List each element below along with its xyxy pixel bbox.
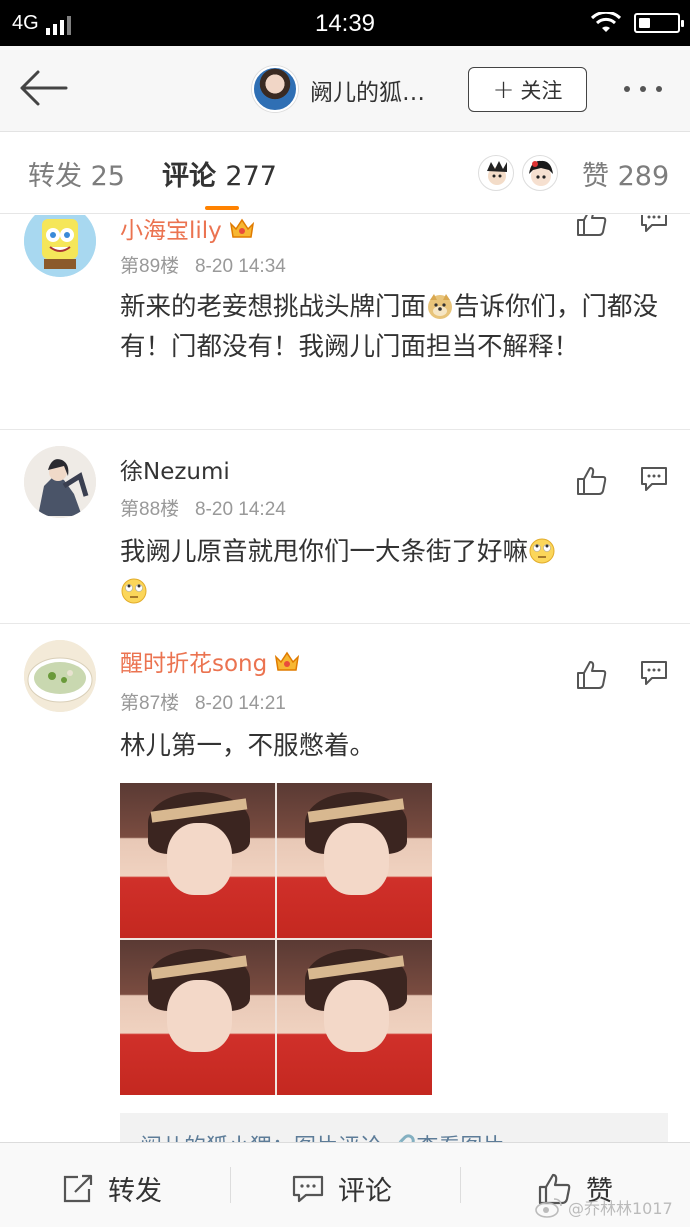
liker-avatar[interactable] (522, 155, 558, 191)
photo-cell (120, 940, 275, 1095)
reply-icon[interactable] (640, 660, 668, 686)
active-tab-indicator (205, 206, 239, 210)
author-name[interactable]: 阙儿的狐… (310, 73, 425, 107)
tab-repost-count: 25 (90, 161, 125, 192)
divider (230, 1167, 231, 1203)
more-options-icon[interactable] (624, 86, 662, 92)
tab-repost-label: 转发 (28, 161, 82, 192)
user-avatar[interactable] (24, 446, 96, 518)
quoted-reply[interactable]: 阙儿的狐小狸：图片评论 🔗查看图片 (120, 1113, 668, 1142)
user-name-text: 徐Nezumi (120, 459, 230, 485)
floor-number: 第87楼 (120, 693, 180, 714)
comment-time: 8-20 14:34 (194, 256, 286, 277)
reply-icon[interactable] (640, 466, 668, 492)
like-icon[interactable] (576, 466, 608, 496)
like-icon[interactable] (576, 660, 608, 690)
user-avatar[interactable] (24, 640, 96, 712)
user-avatar[interactable] (24, 215, 96, 277)
back-arrow-icon[interactable] (18, 68, 68, 108)
interaction-tabs: 转发 25 评论 277 赞 289 (0, 132, 690, 214)
plus-icon: + (492, 74, 515, 105)
comment-text-part: 我阙儿原音就甩你们一大条街了好嘛 (120, 537, 529, 567)
doge-emoji-icon (428, 294, 453, 319)
comment-meta: 第87楼 8-20 14:21 (120, 688, 286, 715)
weibo-logo-icon (535, 1198, 562, 1218)
comment-time: 8-20 14:24 (194, 499, 286, 520)
bottom-action-bar: 转发 评论 赞 @乔林林1017 (0, 1142, 690, 1227)
reply-icon[interactable] (640, 215, 668, 233)
repost-button[interactable]: 转发 (62, 1169, 162, 1208)
battery-icon (634, 13, 684, 33)
divider (460, 1167, 461, 1203)
comment-list[interactable]: 小海宝lily 第89楼 8-20 14:34 新来的老妾想挑战头牌门面 告诉你们… (0, 215, 690, 1142)
eye-roll-emoji-icon (121, 578, 147, 604)
tab-like-count: 289 (617, 161, 670, 192)
status-bar: 4G 14:39 (0, 0, 690, 46)
wifi-icon (590, 12, 622, 32)
follow-button[interactable]: + 关注 (468, 67, 587, 112)
comment-text: 林儿第一，不服憋着。 (120, 731, 376, 761)
user-name-text: 小海宝lily (120, 218, 222, 244)
comment-label: 评论 (338, 1176, 392, 1207)
photo-cell (120, 783, 275, 938)
clock: 14:39 (314, 10, 376, 37)
floor-number: 第88楼 (120, 499, 180, 520)
repost-label: 转发 (108, 1176, 162, 1207)
comment-text: 新来的老妾想挑战头牌门面 告诉你们，门都没有！门都没有！我阙儿门面担当不解释！ (120, 287, 660, 367)
eye-roll-emoji-icon (529, 538, 555, 564)
tab-comment[interactable]: 评论 277 (162, 154, 277, 193)
tab-comment-count: 277 (225, 161, 277, 192)
comment-item: 小海宝lily 第89楼 8-20 14:34 新来的老妾想挑战头牌门面 告诉你们… (0, 215, 690, 430)
comment-text-part: 新来的老妾想挑战头牌门面 (120, 292, 427, 322)
comment-meta: 第89楼 8-20 14:34 (120, 251, 286, 278)
user-name[interactable]: 徐Nezumi (120, 452, 230, 486)
tab-repost[interactable]: 转发 25 (28, 154, 125, 193)
comment-meta: 第88楼 8-20 14:24 (120, 494, 286, 521)
comment-text: 我阙儿原音就甩你们一大条街了好嘛 (120, 532, 660, 612)
weibo-watermark: @乔林林1017 (534, 1195, 673, 1219)
nav-bar: 阙儿的狐… + 关注 (0, 46, 690, 132)
vip-crown-icon (275, 651, 300, 671)
floor-number: 第89楼 (120, 256, 180, 277)
user-name-text: 醒时折花song (120, 651, 268, 677)
tab-like-label: 赞 (582, 161, 609, 192)
comment-item: 徐Nezumi 第88楼 8-20 14:24 我阙儿原音就甩你们一大条街了好嘛 (0, 430, 690, 624)
comment-button[interactable]: 评论 (292, 1169, 392, 1208)
follow-label: 关注 (520, 78, 563, 103)
author-avatar[interactable] (252, 66, 298, 112)
watermark-text: @乔林林1017 (568, 1199, 673, 1218)
comment-time: 8-20 14:21 (194, 693, 286, 714)
tab-comment-label: 评论 (162, 161, 216, 192)
comment-icon (292, 1175, 324, 1202)
tab-like[interactable]: 赞 289 (582, 154, 669, 193)
like-icon[interactable] (576, 215, 608, 237)
photo-cell (277, 940, 432, 1095)
user-name[interactable]: 小海宝lily (120, 215, 256, 245)
photo-cell (277, 783, 432, 938)
attached-photo[interactable] (120, 783, 432, 1095)
user-name[interactable]: 醒时折花song (120, 644, 301, 678)
vip-crown-icon (229, 218, 254, 238)
repost-icon (63, 1174, 93, 1202)
liker-avatar[interactable] (478, 155, 514, 191)
